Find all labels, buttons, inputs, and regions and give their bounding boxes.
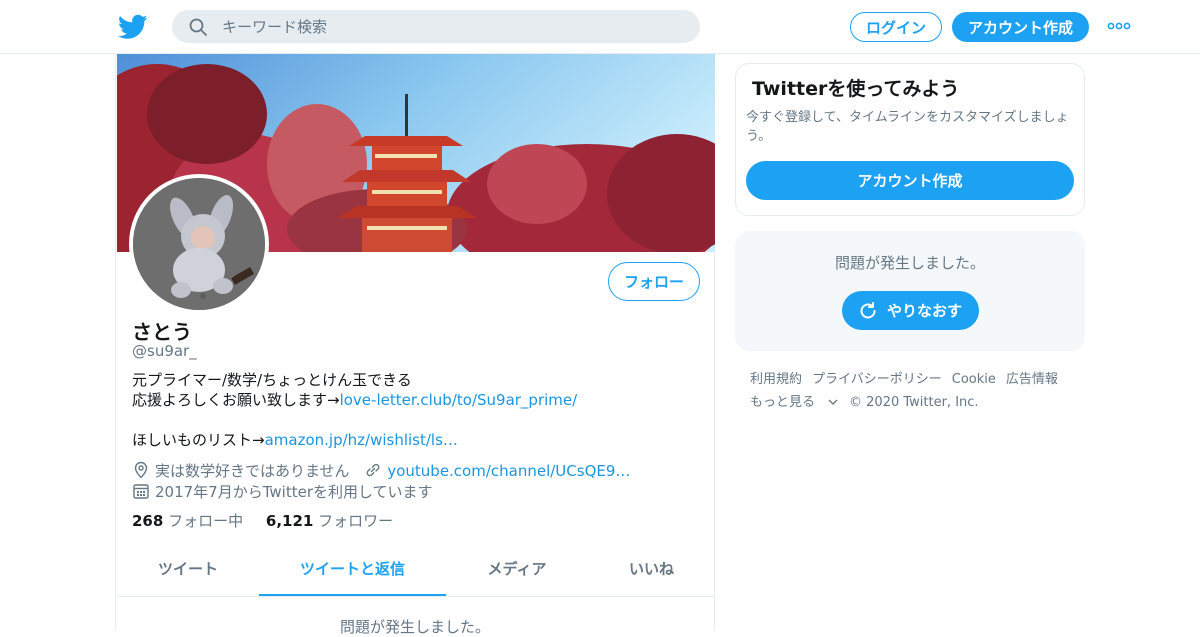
search-bar[interactable]	[172, 10, 700, 43]
signup-card-description: 今すぐ登録して、タイムラインをカスタマイズしましょう。	[746, 110, 1069, 144]
bio-line: ほしいものリスト→amazon.jp/hz/wishlist/ls…	[132, 430, 692, 450]
signup-card-title: Twitterを使ってみよう	[752, 78, 960, 100]
footer-link-terms[interactable]: 利用規約	[750, 372, 802, 387]
profile-location: 実は数学好きではありません	[155, 462, 350, 480]
follow-button[interactable]: フォロー	[608, 262, 700, 301]
followers-count: 6,121	[265, 512, 314, 530]
profile-tabs: ツイート ツイートと返信 メディア いいね	[117, 544, 715, 597]
signup-card: Twitterを使ってみよう 今すぐ登録して、タイムラインをカスタマイズしましょ…	[735, 63, 1085, 216]
following-label: フォロー中	[168, 512, 244, 530]
profile-name: さとう	[132, 320, 192, 344]
top-bar: ログイン アカウント作成	[0, 0, 1200, 54]
signup-card-button[interactable]: アカウント作成	[746, 161, 1074, 200]
search-icon	[189, 18, 207, 36]
bio-text: ほしいものリスト→	[132, 431, 265, 449]
link-icon	[366, 463, 380, 477]
sidebar-error-card: 問題が発生しました。 やりなおす	[735, 231, 1085, 351]
bio-link-wishlist[interactable]: amazon.jp/hz/wishlist/ls…	[265, 431, 458, 449]
more-options-icon[interactable]	[1106, 16, 1132, 36]
tab-tweets[interactable]: ツイート	[117, 544, 259, 596]
timeline-error-message: 問題が発生しました。	[339, 618, 490, 636]
footer-more-label: もっと見る	[750, 395, 816, 410]
profile-meta-row: 実は数学好きではありません youtube.com/channel/UCsQE9…	[132, 460, 630, 481]
bio-line: 応援よろしくお願い致します→love-letter.club/to/Su9ar_…	[132, 390, 692, 410]
bio-text: 応援よろしくお願い致します→	[132, 391, 340, 409]
footer-link-ads[interactable]: 広告情報	[1006, 372, 1058, 387]
profile-handle: @su9ar_	[132, 342, 197, 360]
profile-bio: 元プライマー/数学/ちょっとけん玉できる 応援よろしくお願い致します→love-…	[132, 370, 692, 450]
followers-stat[interactable]: 6,121 フォロワー	[266, 512, 393, 530]
following-count: 268	[132, 512, 164, 530]
twitter-logo-icon[interactable]	[118, 12, 148, 42]
footer-copyright: © 2020 Twitter, Inc.	[849, 395, 979, 410]
profile-avatar[interactable]	[129, 174, 269, 314]
location-icon	[134, 461, 148, 479]
search-input[interactable]	[222, 10, 682, 43]
footer-link-cookie[interactable]: Cookie	[952, 372, 996, 387]
profile-column: フォロー さとう @su9ar_ 元プライマー/数学/ちょっとけん玉できる 応援…	[115, 54, 715, 636]
following-stat[interactable]: 268 フォロー中	[132, 512, 243, 530]
tab-media[interactable]: メディア	[446, 544, 588, 596]
chevron-down-icon	[828, 399, 838, 405]
tab-likes[interactable]: いいね	[588, 544, 715, 596]
avatar-image	[133, 178, 265, 310]
refresh-icon	[860, 302, 876, 319]
calendar-icon	[133, 484, 149, 499]
bio-link-love-letter[interactable]: love-letter.club/to/Su9ar_prime/	[340, 391, 578, 409]
followers-label: フォロワー	[318, 512, 394, 530]
profile-joined: 2017年7月からTwitterを利用しています	[155, 483, 433, 501]
profile-joined-row: 2017年7月からTwitterを利用しています	[132, 481, 433, 502]
footer-more[interactable]: もっと見る	[750, 395, 839, 410]
footer-links: 利用規約 プライバシーポリシー Cookie 広告情報 もっと見る © 2020 Twi…	[750, 368, 1080, 414]
login-button[interactable]: ログイン	[850, 12, 942, 42]
bio-line: 元プライマー/数学/ちょっとけん玉できる	[132, 371, 412, 389]
profile-website-link[interactable]: youtube.com/channel/UCsQE9…	[387, 462, 630, 480]
signup-button[interactable]: アカウント作成	[952, 12, 1089, 42]
tab-tweets-and-replies[interactable]: ツイートと返信	[259, 544, 446, 596]
bio-blank-line	[132, 410, 692, 430]
sidebar-error-message: 問題が発生しました。	[834, 254, 985, 272]
footer-link-privacy[interactable]: プライバシーポリシー	[812, 372, 942, 387]
profile-stats: 268 フォロー中 6,121 フォロワー	[132, 510, 393, 531]
